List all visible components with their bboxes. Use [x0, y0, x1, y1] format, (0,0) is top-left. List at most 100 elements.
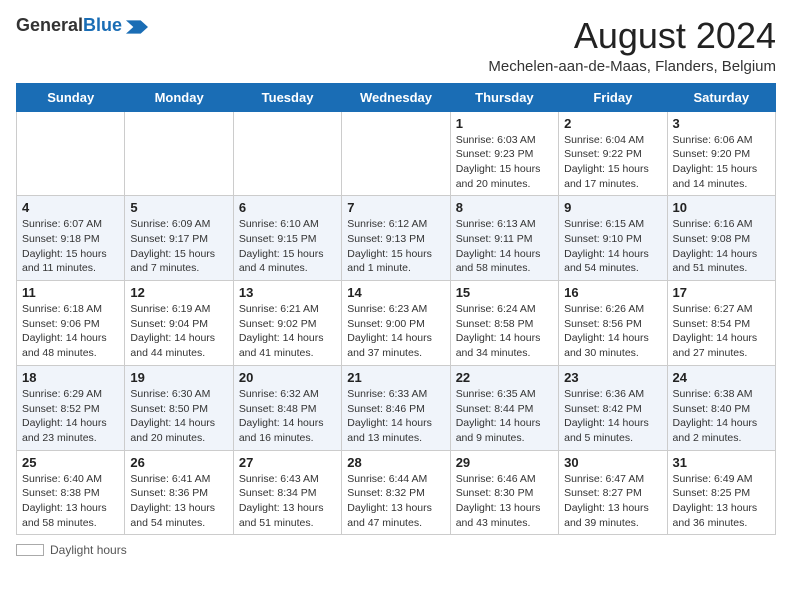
- day-number: 2: [564, 116, 661, 131]
- header-monday: Monday: [125, 83, 233, 111]
- day-number: 10: [673, 200, 770, 215]
- week-row-1: 1Sunrise: 6:03 AMSunset: 9:23 PMDaylight…: [17, 111, 776, 196]
- day-number: 28: [347, 455, 444, 470]
- footer: Daylight hours: [16, 543, 776, 557]
- day-info: Sunrise: 6:24 AMSunset: 8:58 PMDaylight:…: [456, 302, 553, 361]
- day-number: 5: [130, 200, 227, 215]
- header-sunday: Sunday: [17, 83, 125, 111]
- day-info: Sunrise: 6:06 AMSunset: 9:20 PMDaylight:…: [673, 133, 770, 192]
- week-row-4: 18Sunrise: 6:29 AMSunset: 8:52 PMDayligh…: [17, 365, 776, 450]
- day-cell: [125, 111, 233, 196]
- header-thursday: Thursday: [450, 83, 558, 111]
- location-label: Mechelen-aan-de-Maas, Flanders, Belgium: [488, 58, 776, 75]
- day-cell: 28 Sunrise: 6:44 AMSunset: 8:32 PMDayligh…: [342, 450, 450, 535]
- day-info: Sunrise: 6:30 AMSunset: 8:50 PMDaylight:…: [130, 387, 227, 446]
- day-cell: 14 Sunrise: 6:23 AMSunset: 9:00 PMDayligh…: [342, 281, 450, 366]
- day-cell: 3 Sunrise: 6:06 AMSunset: 9:20 PMDaylight…: [667, 111, 775, 196]
- day-number: 16: [564, 285, 661, 300]
- day-number: 11: [22, 285, 119, 300]
- day-cell: 25Sunrise: 6:40 AMSunset: 8:38 PMDayligh…: [17, 450, 125, 535]
- day-number: 21: [347, 370, 444, 385]
- day-number: 3: [673, 116, 770, 131]
- day-info: Sunrise: 6:15 AMSunset: 9:10 PMDaylight:…: [564, 217, 661, 276]
- day-number: 4: [22, 200, 119, 215]
- day-cell: 11Sunrise: 6:18 AMSunset: 9:06 PMDayligh…: [17, 281, 125, 366]
- day-cell: 19 Sunrise: 6:30 AMSunset: 8:50 PMDayligh…: [125, 365, 233, 450]
- day-info: Sunrise: 6:32 AMSunset: 8:48 PMDaylight:…: [239, 387, 336, 446]
- day-cell: [342, 111, 450, 196]
- day-number: 6: [239, 200, 336, 215]
- day-cell: [233, 111, 341, 196]
- day-info: Sunrise: 6:27 AMSunset: 8:54 PMDaylight:…: [673, 302, 770, 361]
- header-saturday: Saturday: [667, 83, 775, 111]
- logo-text: GeneralBlue: [16, 16, 122, 36]
- day-info: Sunrise: 6:09 AMSunset: 9:17 PMDaylight:…: [130, 217, 227, 276]
- day-cell: 2 Sunrise: 6:04 AMSunset: 9:22 PMDaylight…: [559, 111, 667, 196]
- day-number: 14: [347, 285, 444, 300]
- header-tuesday: Tuesday: [233, 83, 341, 111]
- day-number: 29: [456, 455, 553, 470]
- day-cell: 15Sunrise: 6:24 AMSunset: 8:58 PMDayligh…: [450, 281, 558, 366]
- day-cell: 4 Sunrise: 6:07 AMSunset: 9:18 PMDaylight…: [17, 196, 125, 281]
- day-info: Sunrise: 6:41 AMSunset: 8:36 PMDaylight:…: [130, 472, 227, 531]
- week-row-2: 4 Sunrise: 6:07 AMSunset: 9:18 PMDaylight…: [17, 196, 776, 281]
- day-info: Sunrise: 6:49 AMSunset: 8:25 PMDaylight:…: [673, 472, 770, 531]
- day-cell: 30 Sunrise: 6:47 AMSunset: 8:27 PMDayligh…: [559, 450, 667, 535]
- day-info: Sunrise: 6:33 AMSunset: 8:46 PMDaylight:…: [347, 387, 444, 446]
- day-number: 25: [22, 455, 119, 470]
- day-cell: 24 Sunrise: 6:38 AMSunset: 8:40 PMDayligh…: [667, 365, 775, 450]
- day-cell: 9Sunrise: 6:15 AMSunset: 9:10 PMDaylight…: [559, 196, 667, 281]
- day-cell: 13 Sunrise: 6:21 AMSunset: 9:02 PMDayligh…: [233, 281, 341, 366]
- day-cell: 17 Sunrise: 6:27 AMSunset: 8:54 PMDayligh…: [667, 281, 775, 366]
- day-number: 23: [564, 370, 661, 385]
- calendar-body: 1Sunrise: 6:03 AMSunset: 9:23 PMDaylight…: [17, 111, 776, 535]
- logo-arrow-icon: [126, 20, 148, 34]
- day-info: Sunrise: 6:04 AMSunset: 9:22 PMDaylight:…: [564, 133, 661, 192]
- header-friday: Friday: [559, 83, 667, 111]
- day-info: Sunrise: 6:35 AMSunset: 8:44 PMDaylight:…: [456, 387, 553, 446]
- day-info: Sunrise: 6:19 AMSunset: 9:04 PMDaylight:…: [130, 302, 227, 361]
- day-info: Sunrise: 6:12 AMSunset: 9:13 PMDaylight:…: [347, 217, 444, 276]
- day-info: Sunrise: 6:26 AMSunset: 8:56 PMDaylight:…: [564, 302, 661, 361]
- day-number: 30: [564, 455, 661, 470]
- day-info: Sunrise: 6:44 AMSunset: 8:32 PMDaylight:…: [347, 472, 444, 531]
- day-info: Sunrise: 6:36 AMSunset: 8:42 PMDaylight:…: [564, 387, 661, 446]
- day-info: Sunrise: 6:13 AMSunset: 9:11 PMDaylight:…: [456, 217, 553, 276]
- day-info: Sunrise: 6:21 AMSunset: 9:02 PMDaylight:…: [239, 302, 336, 361]
- day-cell: 6Sunrise: 6:10 AMSunset: 9:15 PMDaylight…: [233, 196, 341, 281]
- day-cell: 7Sunrise: 6:12 AMSunset: 9:13 PMDaylight…: [342, 196, 450, 281]
- day-number: 13: [239, 285, 336, 300]
- day-info: Sunrise: 6:23 AMSunset: 9:00 PMDaylight:…: [347, 302, 444, 361]
- day-cell: 18Sunrise: 6:29 AMSunset: 8:52 PMDayligh…: [17, 365, 125, 450]
- header-wednesday: Wednesday: [342, 83, 450, 111]
- day-info: Sunrise: 6:46 AMSunset: 8:30 PMDaylight:…: [456, 472, 553, 531]
- day-cell: 31Sunrise: 6:49 AMSunset: 8:25 PMDayligh…: [667, 450, 775, 535]
- week-row-3: 11Sunrise: 6:18 AMSunset: 9:06 PMDayligh…: [17, 281, 776, 366]
- day-cell: 10 Sunrise: 6:16 AMSunset: 9:08 PMDayligh…: [667, 196, 775, 281]
- day-cell: 8Sunrise: 6:13 AMSunset: 9:11 PMDaylight…: [450, 196, 558, 281]
- day-info: Sunrise: 6:16 AMSunset: 9:08 PMDaylight:…: [673, 217, 770, 276]
- day-number: 22: [456, 370, 553, 385]
- day-info: Sunrise: 6:07 AMSunset: 9:18 PMDaylight:…: [22, 217, 119, 276]
- day-number: 18: [22, 370, 119, 385]
- daylight-swatch: [16, 544, 44, 556]
- logo: GeneralBlue: [16, 16, 148, 36]
- day-cell: 26Sunrise: 6:41 AMSunset: 8:36 PMDayligh…: [125, 450, 233, 535]
- day-cell: 21 Sunrise: 6:33 AMSunset: 8:46 PMDayligh…: [342, 365, 450, 450]
- calendar-table: SundayMondayTuesdayWednesdayThursdayFrid…: [16, 83, 776, 536]
- day-cell: 27Sunrise: 6:43 AMSunset: 8:34 PMDayligh…: [233, 450, 341, 535]
- day-cell: [17, 111, 125, 196]
- day-info: Sunrise: 6:47 AMSunset: 8:27 PMDaylight:…: [564, 472, 661, 531]
- day-info: Sunrise: 6:38 AMSunset: 8:40 PMDaylight:…: [673, 387, 770, 446]
- day-number: 24: [673, 370, 770, 385]
- day-cell: 12 Sunrise: 6:19 AMSunset: 9:04 PMDayligh…: [125, 281, 233, 366]
- day-number: 1: [456, 116, 553, 131]
- day-number: 12: [130, 285, 227, 300]
- day-cell: 16 Sunrise: 6:26 AMSunset: 8:56 PMDayligh…: [559, 281, 667, 366]
- calendar-title: August 2024 Mechelen-aan-de-Maas, Flande…: [488, 16, 776, 75]
- day-number: 17: [673, 285, 770, 300]
- day-number: 19: [130, 370, 227, 385]
- page-header: GeneralBlue August 2024 Mechelen-aan-de-…: [16, 16, 776, 75]
- day-cell: 29 Sunrise: 6:46 AMSunset: 8:30 PMDayligh…: [450, 450, 558, 535]
- day-cell: 5 Sunrise: 6:09 AMSunset: 9:17 PMDaylight…: [125, 196, 233, 281]
